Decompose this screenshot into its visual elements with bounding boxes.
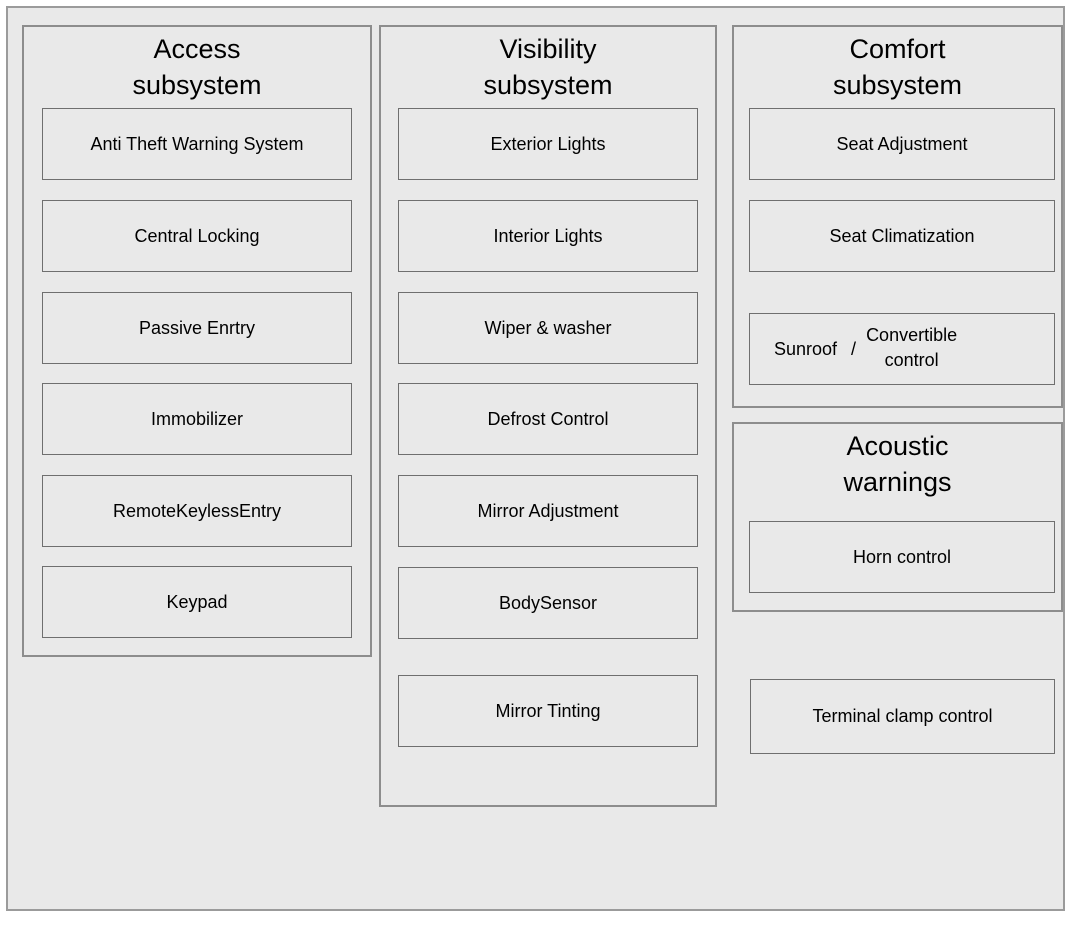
item-label: Mirror Tinting [495,701,600,722]
item-seat-climatization[interactable]: Seat Climatization [749,200,1055,272]
item-remote-keyless-entry[interactable]: RemoteKeylessEntry [42,475,352,547]
item-immobilizer[interactable]: Immobilizer [42,383,352,455]
group-acoustic-title: Acoustic warnings [734,424,1061,500]
item-label: Seat Climatization [829,226,974,247]
item-label: Horn control [853,547,951,568]
item-label: Exterior Lights [490,134,605,155]
sunroof-label: Sunroof [774,339,837,360]
item-label: Mirror Adjustment [477,501,618,522]
item-horn-control[interactable]: Horn control [749,521,1055,593]
item-label: Defrost Control [487,409,608,430]
item-passive-entry[interactable]: Passive Enrtry [42,292,352,364]
item-seat-adjustment[interactable]: Seat Adjustment [749,108,1055,180]
item-label: Wiper & washer [484,318,611,339]
item-interior-lights[interactable]: Interior Lights [398,200,698,272]
item-anti-theft-warning-system[interactable]: Anti Theft Warning System [42,108,352,180]
item-mirror-tinting[interactable]: Mirror Tinting [398,675,698,747]
item-keypad[interactable]: Keypad [42,566,352,638]
diagram-canvas: Access subsystem Anti Theft Warning Syst… [0,0,1080,943]
item-terminal-clamp-control[interactable]: Terminal clamp control [750,679,1055,754]
item-label: RemoteKeylessEntry [113,501,281,522]
item-defrost-control[interactable]: Defrost Control [398,383,698,455]
item-label: Seat Adjustment [836,134,967,155]
item-label: Keypad [166,592,227,613]
item-mirror-adjustment[interactable]: Mirror Adjustment [398,475,698,547]
item-sunroof-convertible-control[interactable]: Sunroof / Convertible control [749,313,1055,385]
item-label: Central Locking [134,226,259,247]
item-body-sensor[interactable]: BodySensor [398,567,698,639]
item-label: Anti Theft Warning System [90,134,303,155]
item-label: BodySensor [499,593,597,614]
item-wiper-and-washer[interactable]: Wiper & washer [398,292,698,364]
item-exterior-lights[interactable]: Exterior Lights [398,108,698,180]
item-label: Passive Enrtry [139,318,255,339]
group-access-title: Access subsystem [24,27,370,103]
group-visibility-title: Visibility subsystem [381,27,715,103]
item-label: Immobilizer [151,409,243,430]
item-central-locking[interactable]: Central Locking [42,200,352,272]
group-comfort-title: Comfort subsystem [734,27,1061,103]
convertible-control-label: Convertible control [866,323,957,375]
item-label: Terminal clamp control [812,706,992,727]
separator-slash: / [837,339,866,360]
item-label: Interior Lights [493,226,602,247]
